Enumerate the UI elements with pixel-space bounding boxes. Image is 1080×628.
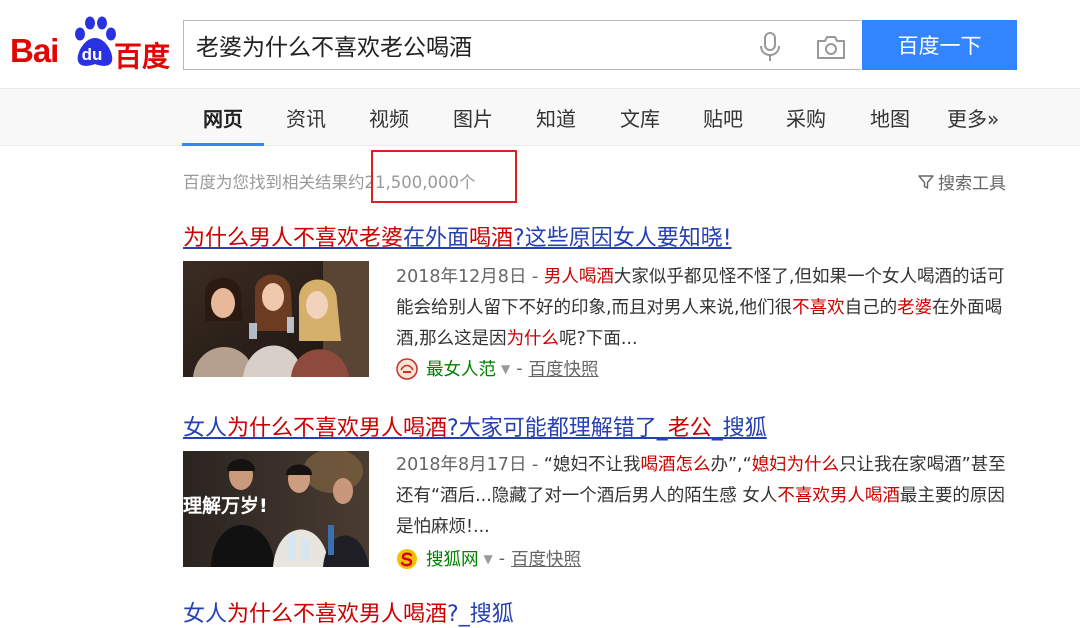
text-segment: 办”,“ [710, 455, 752, 475]
annotation-highlight-box [371, 150, 517, 203]
tab-1[interactable]: 资讯 [286, 103, 326, 132]
tab-6[interactable]: 贴吧 [703, 103, 743, 132]
keyword-highlight: 为什么男人不喜欢老婆 [183, 226, 404, 251]
tab-9[interactable]: 更多» [947, 103, 999, 132]
tab-0[interactable]: 网页 [203, 103, 243, 132]
result-title-link[interactable]: 女人为什么不喜欢男人喝酒?大家可能都理解错了_老公_搜狐 [183, 410, 767, 442]
text-segment: ?大家可能都理解错了_ [447, 416, 668, 441]
logo-text-latin: Bai [10, 32, 59, 69]
tab-5[interactable]: 文库 [620, 103, 660, 132]
tab-4[interactable]: 知道 [536, 103, 576, 132]
result-snippet: 2018年8月17日 - “媳妇不让我喝酒怎么办”,“媳妇为什么只让我在家喝酒”… [396, 450, 1006, 543]
site-name-link[interactable]: 最女人范 [426, 356, 496, 381]
separator-dash: - [516, 358, 523, 379]
keyword-highlight: 老公 [667, 416, 712, 441]
text-segment: ?_搜狐 [447, 602, 514, 627]
result-title-link-partial[interactable]: 女人为什么不喜欢男人喝酒?_搜狐 [183, 596, 514, 628]
result-snippet: 2018年12月8日 - 男人喝酒大家似乎都见怪不怪了,但如果一个女人喝酒的话可… [396, 262, 1006, 355]
keyword-highlight: 为什么 [506, 329, 560, 349]
tab-2[interactable]: 视频 [369, 103, 409, 132]
search-tools-label: 搜索工具 [938, 174, 1006, 194]
text-segment: 自己的 [844, 298, 898, 318]
keyword-highlight: 喝酒 [469, 226, 514, 251]
tab-8[interactable]: 地图 [870, 103, 910, 132]
chevron-down-icon[interactable]: ▼ [484, 552, 493, 566]
text-segment: 在外面 [403, 226, 470, 251]
logo-text-cn: 百度 [114, 40, 171, 73]
search-button[interactable]: 百度一下 [862, 20, 1017, 70]
keyword-highlight: 男人喝酒 [543, 267, 614, 287]
text-segment: ?这些原因女人要知晓! [513, 226, 732, 251]
date-separator: - [526, 455, 544, 475]
keyword-highlight: 媳妇为什么 [751, 455, 840, 475]
keyword-highlight: 为什么不喜欢男人喝酒 [227, 602, 448, 627]
keyword-highlight: 不喜欢男人喝酒 [777, 486, 900, 506]
active-tab-indicator [182, 143, 264, 146]
keyword-highlight: 为什么不喜欢男人喝酒 [227, 416, 448, 441]
result-source: 搜狐网 ▼ - 百度快照 [396, 546, 581, 571]
result-count-prefix: 百度为您找到相关结果约 [183, 173, 365, 192]
date-separator: - [526, 267, 544, 287]
separator-dash: - [498, 548, 506, 569]
baidu-logo[interactable]: Bai du 百度 [10, 14, 170, 73]
cache-link[interactable]: 百度快照 [511, 546, 581, 571]
sohu-logo-icon [397, 548, 417, 569]
logo-text-du: du [81, 45, 103, 64]
thumbnail-caption: 理解万岁! [183, 495, 268, 517]
microphone-icon[interactable] [758, 32, 782, 62]
keyword-highlight: 老婆 [897, 298, 933, 318]
search-input[interactable] [196, 30, 736, 60]
text-segment: 女人 [183, 416, 228, 441]
result-source: 最女人范 ▼ - 百度快照 [396, 356, 599, 381]
result-thumbnail[interactable] [183, 261, 369, 377]
search-tools-button[interactable]: 搜索工具 [918, 169, 1006, 194]
keyword-highlight: 喝酒怎么 [640, 455, 711, 475]
site-name-link[interactable]: 搜狐网 [426, 546, 479, 571]
result-thumbnail-image [183, 261, 369, 377]
result-date: 2018年12月8日 [396, 267, 527, 287]
tab-7[interactable]: 采购 [786, 103, 826, 132]
text-segment: 女人 [183, 602, 228, 627]
text-segment: 呢?下面... [559, 329, 638, 349]
result-date: 2018年8月17日 [396, 455, 527, 475]
result-thumbnail[interactable]: 理解万岁! [183, 451, 369, 567]
keyword-highlight: 不喜欢 [792, 298, 845, 318]
chevron-down-icon[interactable]: ▼ [501, 362, 510, 376]
site-favicon-icon [396, 357, 418, 380]
cache-link[interactable]: 百度快照 [529, 356, 599, 381]
camera-icon[interactable] [816, 34, 846, 60]
tab-3[interactable]: 图片 [453, 103, 493, 132]
text-segment: “媳妇不让我 [543, 455, 641, 475]
filter-icon [918, 174, 934, 189]
search-box[interactable] [183, 20, 861, 70]
result-title-link[interactable]: 为什么男人不喜欢老婆在外面喝酒?这些原因女人要知晓! [183, 220, 732, 252]
text-segment: _搜狐 [711, 416, 767, 441]
